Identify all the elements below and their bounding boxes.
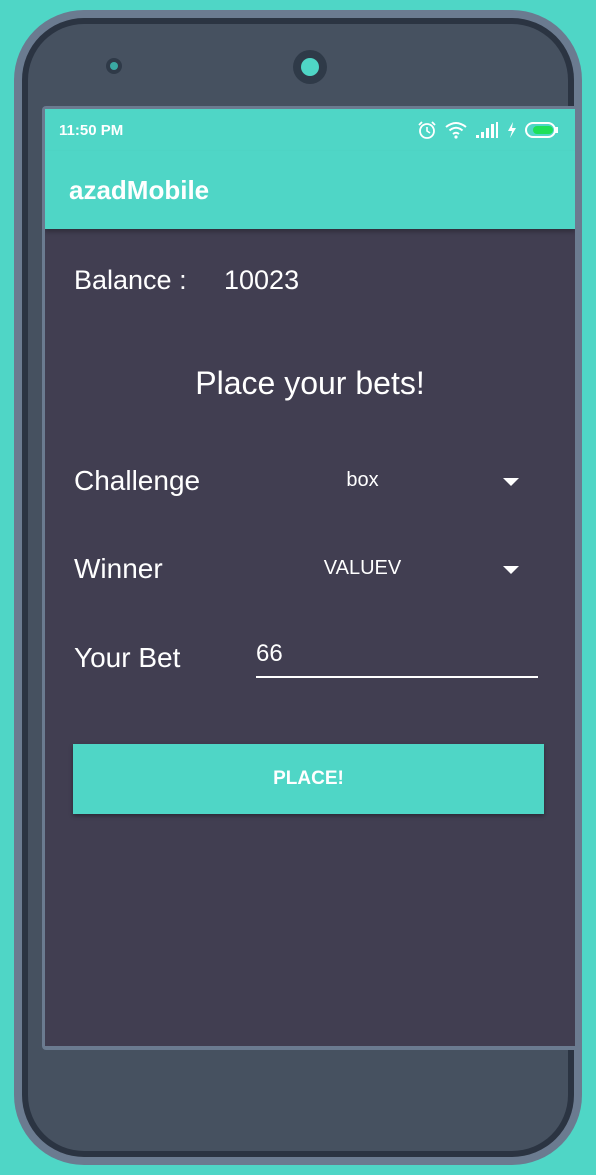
phone-screen: 11:50 PM azadMobile Balance: 10023 Plac… — [45, 109, 575, 1046]
app-bar: azadMobile — [45, 151, 575, 229]
balance-value: 10023 — [224, 265, 300, 295]
challenge-selected-value: box — [346, 469, 379, 491]
challenge-spinner[interactable]: box — [255, 457, 535, 507]
place-button[interactable]: PLACE! — [73, 744, 544, 814]
winner-spinner[interactable]: VALUEV — [255, 545, 535, 595]
charging-icon — [508, 122, 516, 138]
bet-input[interactable] — [256, 636, 538, 678]
balance-label: Balance : — [74, 265, 187, 295]
status-bar: 11:50 PM — [45, 109, 575, 151]
dropdown-arrow-icon — [503, 566, 519, 574]
winner-label: Winner — [74, 553, 163, 584]
dropdown-arrow-icon — [503, 478, 519, 486]
front-camera — [293, 50, 327, 84]
sensor-dot — [106, 58, 122, 74]
status-time: 11:50 PM — [59, 122, 124, 139]
battery-icon — [525, 122, 558, 138]
status-icons — [417, 119, 559, 141]
app-title: azadMobile — [69, 175, 210, 205]
signal-icon — [476, 122, 498, 138]
alarm-icon — [418, 121, 436, 139]
bet-label: Your Bet — [74, 642, 181, 673]
challenge-label: Challenge — [74, 465, 201, 496]
page-heading: Place your bets! — [195, 365, 425, 401]
wifi-icon — [445, 122, 467, 139]
winner-selected-value: VALUEV — [323, 557, 402, 579]
